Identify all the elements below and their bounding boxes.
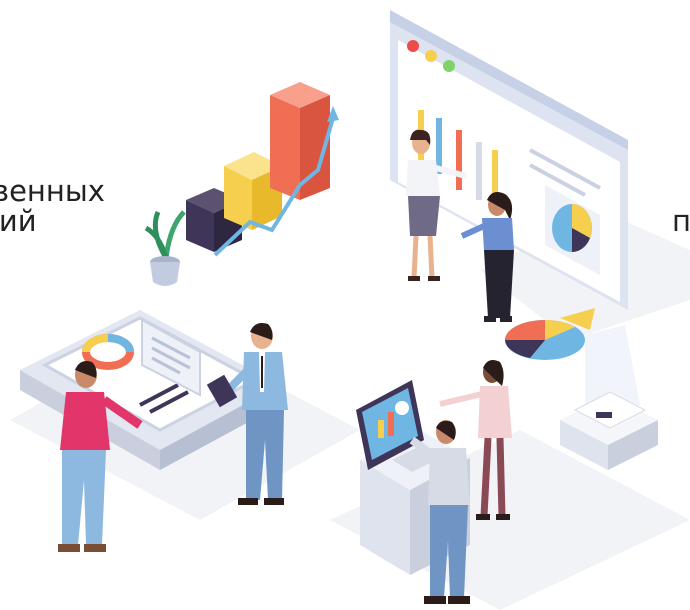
projector-box [560, 391, 658, 470]
growth-bar-chart-icon [186, 82, 339, 257]
illustration-stage: венных тий п [0, 0, 690, 610]
plant-icon [144, 210, 186, 286]
business-analytics-illustration [10, 10, 690, 610]
